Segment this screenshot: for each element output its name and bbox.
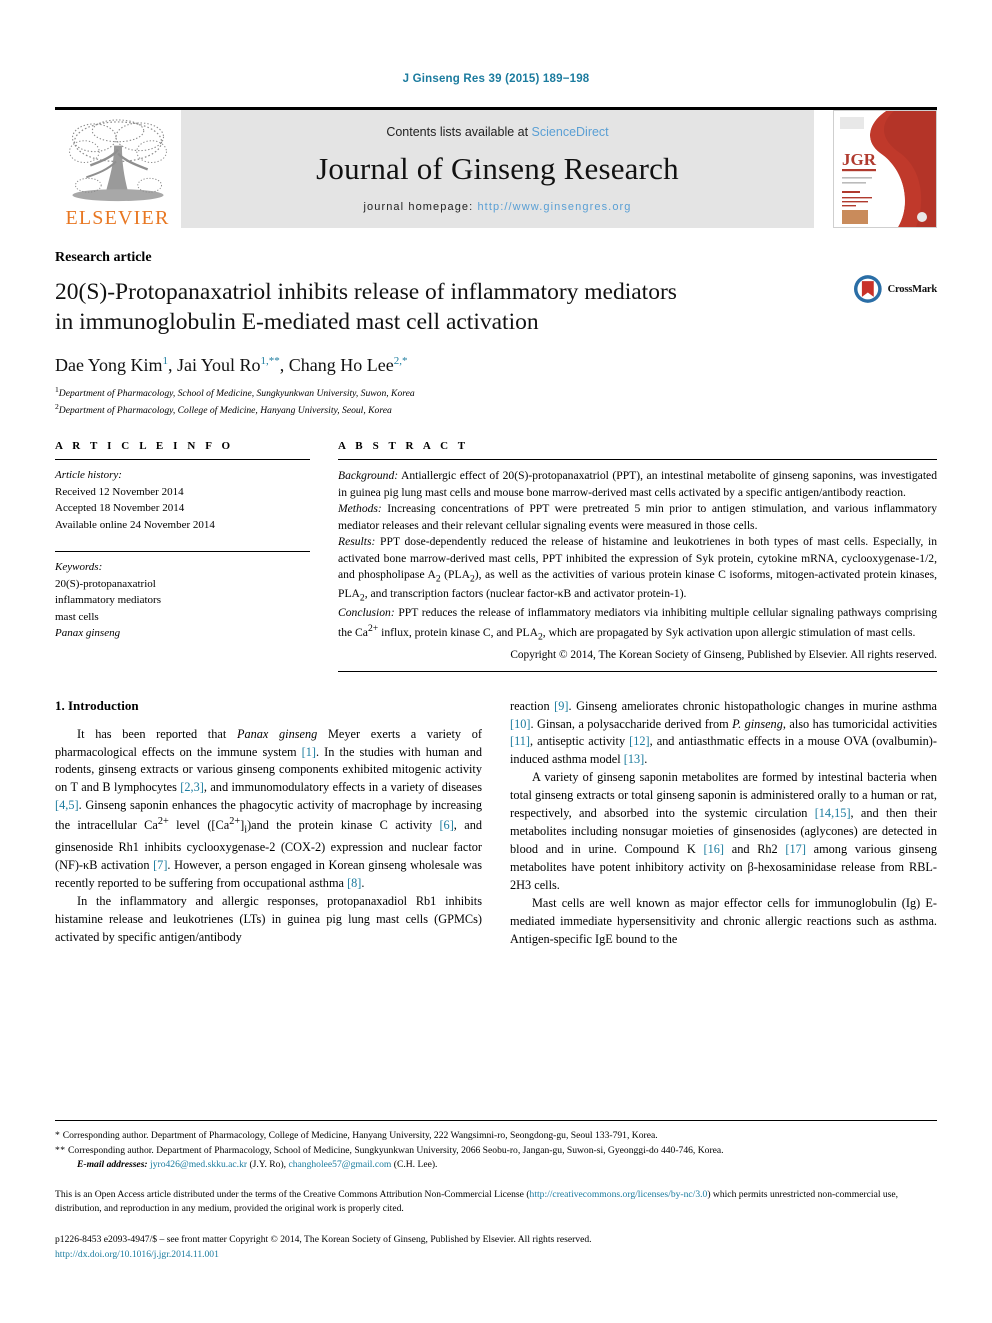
footnote-mark: ** <box>55 1144 66 1156</box>
article-info-column: A R T I C L E I N F O Article history: R… <box>55 440 310 671</box>
elsevier-tree-icon <box>68 119 167 202</box>
license-prefix: This is an Open Access article distribut… <box>55 1188 530 1200</box>
contents-available-line: Contents lists available at ScienceDirec… <box>386 125 608 139</box>
journal-masthead: ELSEVIER Contents lists available at Sci… <box>55 107 937 228</box>
abstract-background-label: Background: <box>338 469 399 483</box>
body-paragraph: Mast cells are well known as major effec… <box>510 896 937 946</box>
svg-text:JGR: JGR <box>842 150 877 169</box>
body-paragraph: A variety of ginseng saponin metabolites… <box>510 770 937 893</box>
email-link-1[interactable]: jyro426@med.skku.ac.kr <box>150 1159 247 1170</box>
author-name: Dae Yong Kim <box>55 355 163 376</box>
crossmark-badge[interactable]: CrossMark <box>853 272 937 306</box>
sciencedirect-link[interactable]: ScienceDirect <box>532 125 609 139</box>
abstract-results-label: Results: <box>338 535 376 549</box>
author-marks: 1 <box>162 355 169 368</box>
author-marks: 1,** <box>260 355 280 368</box>
open-access-license-note: This is an Open Access article distribut… <box>55 1188 937 1217</box>
keyword-item: mast cells <box>55 610 99 623</box>
title-line-2: in immunoglobulin E-mediated mast cell a… <box>55 308 539 335</box>
article-history-label: Article history: <box>55 469 122 482</box>
footnote-mark: * <box>55 1130 61 1142</box>
abstract-heading: A B S T R A C T <box>338 440 469 453</box>
author-name: Jai Youl Ro <box>177 355 261 376</box>
abstract-column: A B S T R A C T Background: Antiallergic… <box>338 440 937 672</box>
journal-homepage-line: journal homepage: http://www.ginsengres.… <box>363 201 631 213</box>
journal-cover-thumbnail: JGR <box>833 110 937 228</box>
article-history-group: Article history: Received 12 November 20… <box>55 460 310 542</box>
author-list: Dae Yong Kim1, Jai Youl Ro1,**, Chang Ho… <box>55 355 408 376</box>
article-title-block: Research article 20(S)-Protopanaxatriol … <box>55 250 937 418</box>
journal-article-page: J Ginseng Res 39 (2015) 189−198 ELSEVIER… <box>0 0 992 1323</box>
page-footnotes: * Corresponding author. Department of Ph… <box>55 1120 937 1263</box>
journal-cover-artwork: JGR <box>834 111 936 227</box>
abstract-conclusion: Conclusion: PPT reduces the release of i… <box>338 605 937 643</box>
journal-title: Journal of Ginseng Research <box>316 151 679 186</box>
keyword-item: Panax ginseng <box>55 627 121 640</box>
doi-link[interactable]: http://dx.doi.org/10.1016/j.jgr.2014.11.… <box>55 1248 937 1263</box>
article-info-heading: A R T I C L E I N F O <box>55 440 234 453</box>
email-owner-2: (C.H. Lee). <box>391 1159 438 1171</box>
email-link-2[interactable]: changholee57@gmail.com <box>288 1159 391 1170</box>
homepage-prefix: journal homepage: <box>363 201 478 213</box>
email-addresses-label: E-mail addresses: <box>77 1159 148 1171</box>
abstract-conclusion-text: PPT reduces the release of inflammatory … <box>338 606 937 642</box>
corresponding-author-notes: * Corresponding author. Department of Ph… <box>55 1129 937 1172</box>
journal-homepage-link[interactable]: http://www.ginsengres.org <box>477 201 631 213</box>
keywords-group: Keywords: 20(S)-protopanaxatriol inflamm… <box>55 551 310 651</box>
abstract-methods-text: Increasing concentrations of PPT were pr… <box>338 502 937 532</box>
footnote-text: Corresponding author. Department of Phar… <box>68 1144 724 1156</box>
abstract-background-text: Antiallergic effect of 20(S)-protopanaxa… <box>338 469 937 499</box>
abstract-methods: Methods: Increasing concentrations of PP… <box>338 501 937 534</box>
crossmark-icon <box>853 275 882 303</box>
imprint-block: p1226-8453 e2093-4947/$ – see front matt… <box>55 1233 937 1263</box>
page-title: 20(S)-Protopanaxatriol inhibits release … <box>55 278 815 337</box>
crossmark-label: CrossMark <box>887 283 938 295</box>
elsevier-wordmark: ELSEVIER <box>65 207 170 229</box>
affiliation-list: 1Department of Pharmacology, School of M… <box>55 384 937 418</box>
title-line-1: 20(S)-Protopanaxatriol inhibits release … <box>55 279 677 305</box>
elsevier-logo: ELSEVIER <box>55 110 180 228</box>
article-type-label: Research article <box>55 250 152 265</box>
footnote-rule <box>55 1120 937 1122</box>
abstract-copyright: Copyright © 2014, The Korean Society of … <box>510 648 937 661</box>
footnote-text: Corresponding author. Department of Phar… <box>62 1130 658 1142</box>
section-title-introduction: 1. Introduction <box>55 697 139 713</box>
license-link[interactable]: http://creativecommons.org/licenses/by-n… <box>530 1189 708 1200</box>
abstract-background: Background: Antiallergic effect of 20(S)… <box>338 468 937 501</box>
corresponding-author-note: ** Corresponding author. Department of P… <box>55 1144 937 1158</box>
abstract-body: Background: Antiallergic effect of 20(S)… <box>338 460 937 662</box>
journal-band: Contents lists available at ScienceDirec… <box>180 110 815 228</box>
email-addresses-note: E-mail addresses: jyro426@med.skku.ac.kr… <box>55 1158 937 1172</box>
email-owner-1: (J.Y. Ro), <box>247 1159 289 1171</box>
keywords-label: Keywords: <box>55 561 103 574</box>
affiliation-item: 1Department of Pharmacology, School of M… <box>55 384 937 401</box>
corresponding-author-note: * Corresponding author. Department of Ph… <box>55 1129 937 1143</box>
keyword-item: inflammatory mediators <box>55 594 161 607</box>
history-accepted: Accepted 18 November 2014 <box>55 502 185 515</box>
abstract-conclusion-label: Conclusion: <box>338 606 395 620</box>
affiliation-text: Department of Pharmacology, School of Me… <box>58 388 415 400</box>
body-paragraph: In the inflammatory and allergic respons… <box>55 893 482 944</box>
abstract-results-text: PPT dose-dependently reduced the release… <box>338 535 938 604</box>
body-column-right: reaction [9]. Ginseng ameliorates chroni… <box>510 698 937 949</box>
affiliation-item: 2Department of Pharmacology, College of … <box>55 401 937 418</box>
issn-copyright-line: p1226-8453 e2093-4947/$ – see front matt… <box>55 1234 592 1246</box>
author-marks: 2,* <box>393 355 408 368</box>
abstract-results: Results: PPT dose-dependently reduced th… <box>338 534 937 605</box>
body-paragraph: reaction [9]. Ginseng ameliorates chroni… <box>510 698 937 767</box>
history-received: Received 12 November 2014 <box>55 485 184 498</box>
running-head: J Ginseng Res 39 (2015) 189−198 <box>402 73 590 85</box>
abstract-bottom-rule <box>338 670 937 672</box>
info-and-abstract: A R T I C L E I N F O Article history: R… <box>55 440 937 672</box>
abstract-methods-label: Methods: <box>338 502 382 516</box>
contents-prefix: Contents lists available at <box>386 125 532 139</box>
affiliation-text: Department of Pharmacology, College of M… <box>58 405 392 417</box>
body-column-left: 1. Introduction It has been reported tha… <box>55 698 482 949</box>
author-name: Chang Ho Lee <box>288 355 394 376</box>
body-paragraph: It has been reported that Panax ginseng … <box>55 726 482 890</box>
history-online: Available online 24 November 2014 <box>55 518 215 531</box>
article-body: 1. Introduction It has been reported tha… <box>55 698 937 949</box>
keyword-item: 20(S)-protopanaxatriol <box>55 577 156 590</box>
